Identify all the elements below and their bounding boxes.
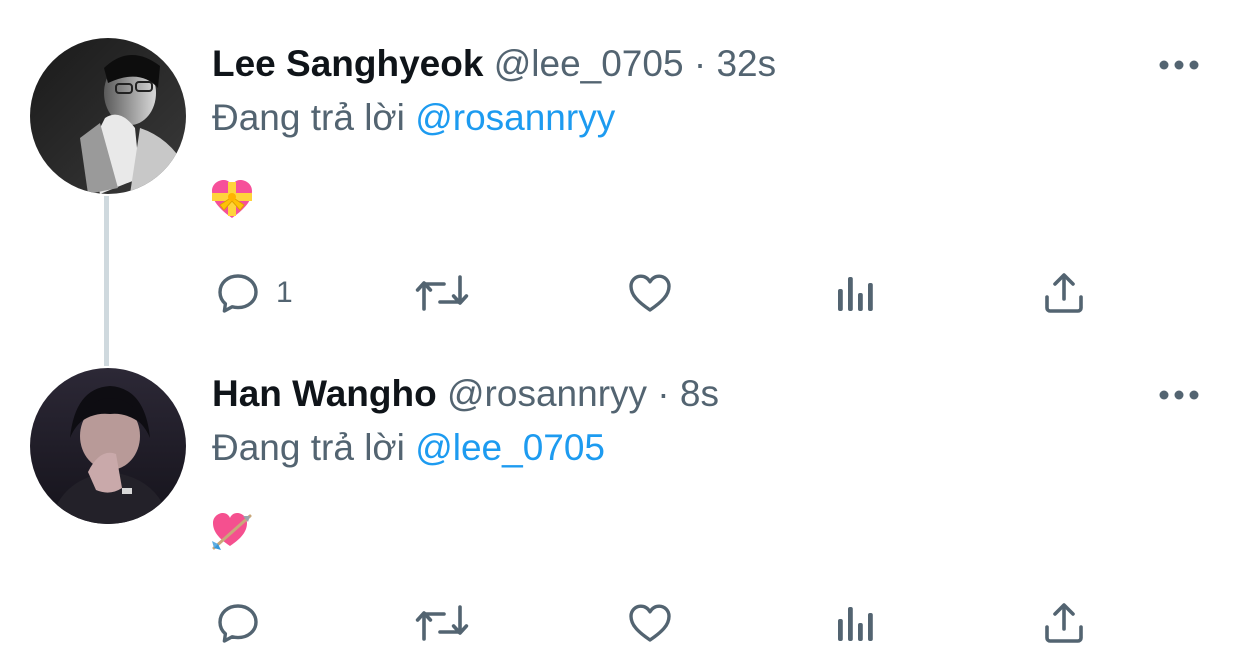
heart-with-arrow-emoji	[212, 513, 252, 550]
avatar[interactable]	[30, 38, 186, 194]
tweet[interactable]: Lee Sanghyeok @lee_0705 · 32s Đang trả l…	[0, 0, 1242, 350]
tweet-header: Han Wangho @rosannryy · 8s	[212, 372, 719, 416]
user-handle[interactable]: @lee_0705	[494, 43, 684, 84]
replying-to-line: Đang trả lời @rosannryy	[212, 96, 615, 140]
share-icon	[1045, 273, 1083, 313]
reply-icon	[218, 274, 258, 313]
mention-link[interactable]: @rosannryy	[415, 97, 615, 138]
separator-dot: ·	[657, 373, 670, 414]
retweet-icon	[415, 605, 469, 641]
share-button[interactable]	[1040, 268, 1088, 318]
display-name[interactable]: Lee Sanghyeok	[212, 43, 483, 84]
reply-icon	[218, 604, 258, 643]
tweet-actions	[0, 598, 1242, 648]
tweet-text	[210, 508, 254, 552]
timestamp[interactable]: 32s	[716, 43, 776, 84]
heart-with-ribbon-emoji	[212, 180, 252, 218]
retweet-icon	[415, 275, 469, 311]
tweet-text	[210, 178, 254, 222]
avatar-dark-photo	[30, 368, 186, 524]
tweet-header: Lee Sanghyeok @lee_0705 · 32s	[212, 42, 776, 86]
more-button[interactable]	[1158, 388, 1200, 402]
views-button[interactable]	[832, 598, 880, 648]
reply-button[interactable]	[214, 598, 276, 648]
display-name[interactable]: Han Wangho	[212, 373, 437, 414]
replying-to-line: Đang trả lời @lee_0705	[212, 426, 605, 470]
more-horizontal-icon	[1159, 390, 1199, 400]
mention-link[interactable]: @lee_0705	[415, 427, 605, 468]
tweet[interactable]: Han Wangho @rosannryy · 8s Đang trả lời …	[0, 350, 1242, 666]
like-button[interactable]	[626, 598, 674, 648]
user-handle[interactable]: @rosannryy	[447, 373, 647, 414]
share-icon	[1045, 603, 1083, 643]
share-button[interactable]	[1040, 598, 1088, 648]
views-chart-icon	[838, 277, 873, 311]
reply-button[interactable]: 1	[214, 268, 293, 318]
retweet-button[interactable]	[414, 598, 470, 648]
views-chart-icon	[838, 607, 873, 641]
like-button[interactable]	[626, 268, 674, 318]
reply-count: 1	[276, 276, 293, 309]
timestamp[interactable]: 8s	[680, 373, 719, 414]
avatar[interactable]	[30, 368, 186, 524]
more-button[interactable]	[1158, 58, 1200, 72]
like-heart-icon	[629, 604, 671, 642]
more-horizontal-icon	[1159, 60, 1199, 70]
separator-dot: ·	[693, 43, 707, 84]
retweet-button[interactable]	[414, 268, 470, 318]
tweet-actions: 1	[0, 268, 1242, 318]
replying-to-label: Đang trả lời	[212, 97, 405, 138]
views-button[interactable]	[832, 268, 880, 318]
avatar-grayscale-photo	[30, 38, 186, 194]
replying-to-label: Đang trả lời	[212, 427, 405, 468]
like-heart-icon	[629, 274, 671, 312]
